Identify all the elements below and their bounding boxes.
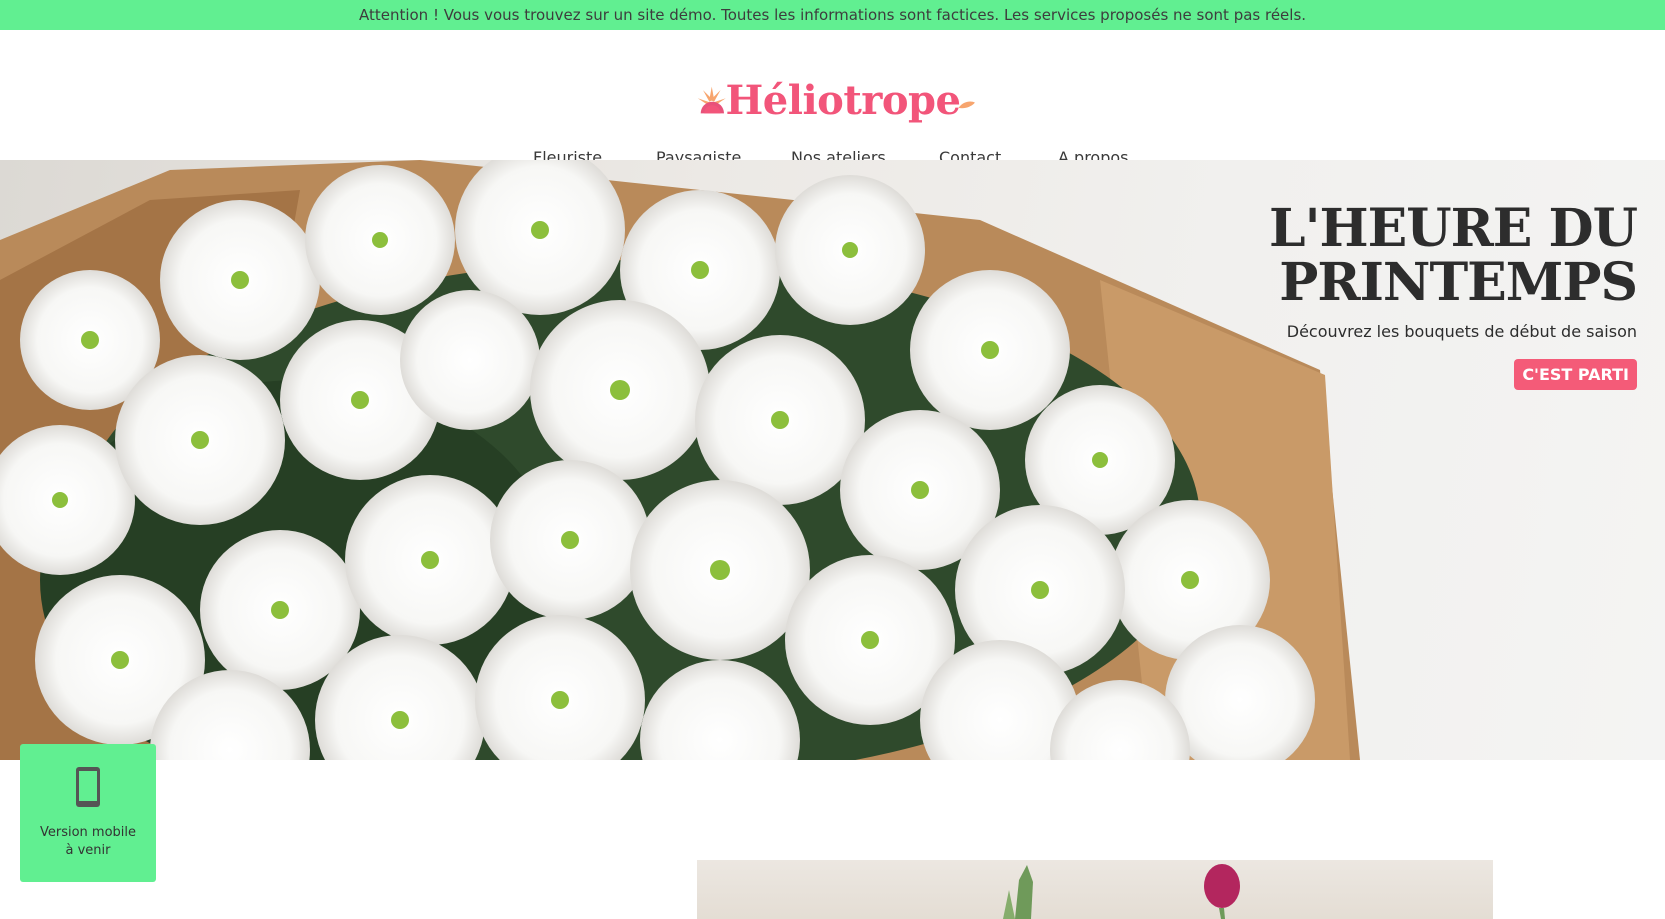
site-header: Héliotrope Fleuriste Paysagiste Nos atel…	[0, 30, 1665, 180]
tulip-section-image	[697, 860, 1493, 919]
hero-title-line-1: L'HEURE DU	[1269, 198, 1638, 259]
hero-banner: L'HEURE DU PRINTEMPS Découvrez les bouqu…	[0, 160, 1665, 760]
leaf-logo-icon	[959, 101, 976, 109]
demo-warning-text: Attention ! Vous vous trouvez sur un sit…	[358, 6, 1307, 24]
site-logo[interactable]: Héliotrope	[696, 68, 976, 132]
mobile-version-label: Version mobile à venir	[40, 824, 136, 860]
hero-text-block: L'HEURE DU PRINTEMPS Découvrez les bouqu…	[1269, 198, 1638, 390]
hero-subtitle: Découvrez les bouquets de début de saiso…	[1286, 322, 1637, 341]
hero-title: L'HEURE DU PRINTEMPS	[1269, 198, 1638, 313]
mobile-version-line-1: Version mobile	[39, 825, 137, 840]
phone-icon	[76, 767, 100, 807]
tulip-image-graphic	[1003, 864, 1240, 919]
mobile-version-line-2: à venir	[65, 843, 111, 858]
demo-warning-banner: Attention ! Vous vous trouvez sur un sit…	[0, 0, 1665, 30]
logo-wordmark: Héliotrope	[725, 76, 961, 124]
mobile-version-badge: Version mobile à venir	[20, 744, 156, 882]
hero-title-line-2: PRINTEMPS	[1279, 252, 1638, 313]
sun-logo-icon	[697, 86, 726, 114]
cta-button[interactable]: C'EST PARTI	[1514, 359, 1637, 390]
